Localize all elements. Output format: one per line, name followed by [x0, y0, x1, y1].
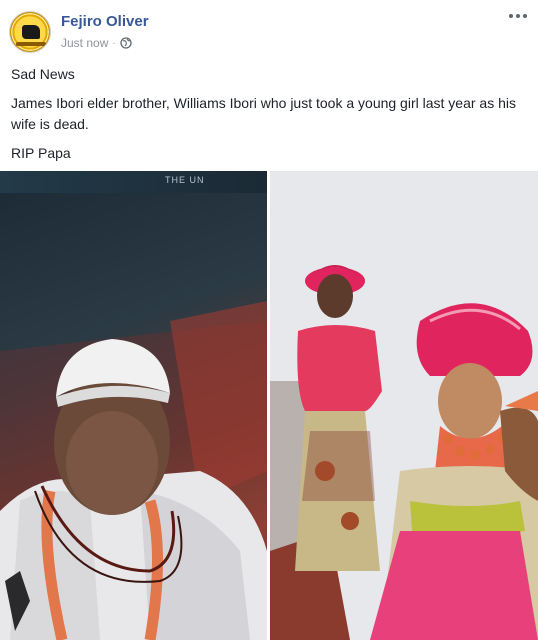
author-avatar[interactable]	[9, 11, 51, 53]
globe-icon[interactable]	[120, 37, 132, 49]
photo-wedding-bride[interactable]	[270, 171, 538, 640]
photo-grid: THE UN	[0, 171, 538, 640]
avatar-logo-icon	[22, 25, 40, 39]
post-meta: Just now ·	[61, 36, 132, 50]
portrait-illustration	[0, 301, 267, 640]
more-options-icon[interactable]	[508, 10, 528, 22]
post-body: Sad News James Ibori elder brother, Will…	[11, 64, 531, 172]
post-paragraph-1: Sad News	[11, 66, 75, 82]
author-name-link[interactable]: Fejiro Oliver	[61, 13, 149, 30]
photo-portrait-man[interactable]: THE UN	[0, 171, 267, 640]
wedding-illustration	[270, 171, 538, 640]
post-header: Fejiro Oliver Just now ·	[0, 0, 538, 62]
avatar-band	[16, 42, 46, 46]
timestamp-link[interactable]: Just now	[61, 36, 108, 50]
meta-separator: ·	[112, 37, 116, 49]
post-paragraph-3: RIP Papa	[11, 145, 71, 161]
post-paragraph-2: James Ibori elder brother, Williams Ibor…	[11, 95, 516, 132]
